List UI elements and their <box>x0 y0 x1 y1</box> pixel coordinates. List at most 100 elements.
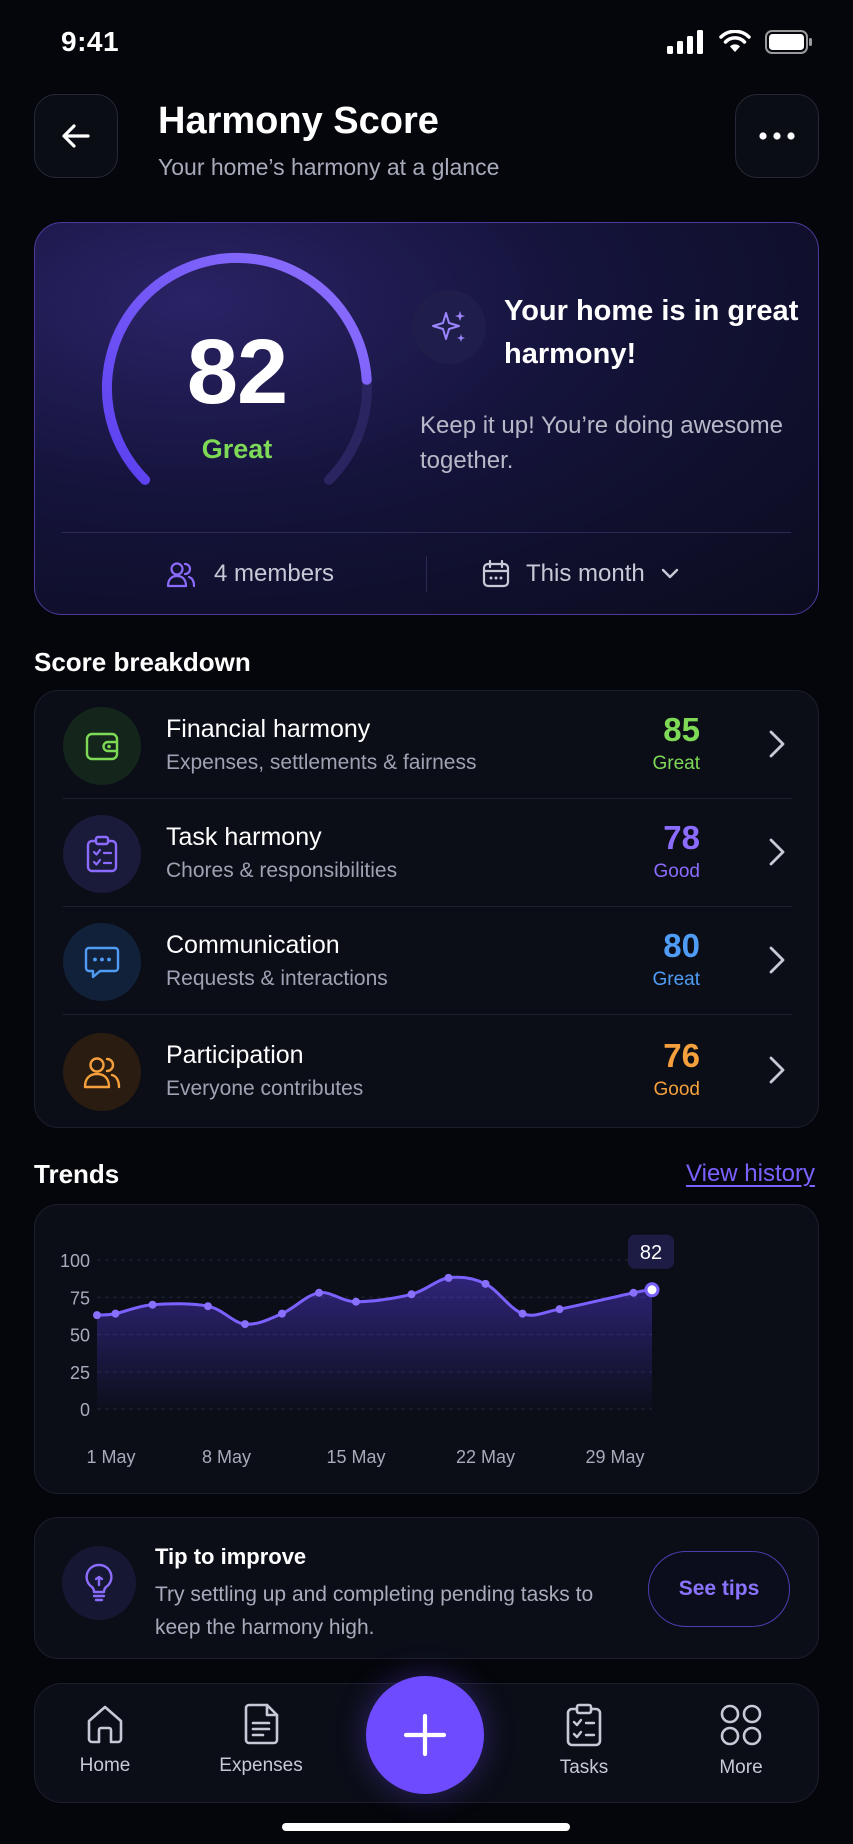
trend-point <box>629 1288 638 1297</box>
tasks-icon <box>566 1703 602 1747</box>
chevron-right-icon <box>769 838 785 866</box>
nav-item-expenses[interactable]: Expenses <box>201 1703 321 1777</box>
see-tips-button[interactable]: See tips <box>648 1551 790 1627</box>
breakdown-item-rating: Great <box>652 969 700 990</box>
nav-item-tasks[interactable]: Tasks <box>524 1703 644 1779</box>
breakdown-item-subtitle: Expenses, settlements & fairness <box>166 751 477 774</box>
y-tick-label: 0 <box>80 1400 90 1420</box>
trend-point <box>148 1300 157 1309</box>
status-time: 9:41 <box>61 26 120 57</box>
period-selector[interactable]: This month <box>482 560 679 588</box>
members-label: 4 members <box>214 560 335 587</box>
chevron-right-icon <box>769 946 785 974</box>
breakdown-item-communication[interactable]: Communication Requests & interactions 80… <box>35 907 820 1015</box>
breakdown-item-score: 80 <box>663 927 700 964</box>
x-tick-label: 29 May <box>585 1447 644 1467</box>
period-label: This month <box>526 560 645 587</box>
breakdown-item-rating: Good <box>653 861 700 882</box>
view-history-link[interactable]: View history <box>686 1160 815 1188</box>
sparkle-badge <box>412 290 486 364</box>
hero-divider <box>62 532 791 533</box>
trend-point <box>481 1279 490 1288</box>
harmony-score-label: Great <box>201 434 273 464</box>
nav-item-more[interactable]: More <box>681 1703 801 1779</box>
x-tick-label: 8 May <box>202 1447 251 1467</box>
hero-vertical-divider <box>426 556 427 592</box>
nav-item-label: Expenses <box>219 1755 303 1776</box>
breakdown-item-score: 85 <box>663 711 700 748</box>
trend-point <box>518 1309 527 1318</box>
wifi-icon <box>719 30 751 52</box>
people-icon <box>166 562 196 588</box>
members-count[interactable]: 4 members <box>166 560 334 588</box>
trend-point <box>204 1302 212 1311</box>
plus-icon <box>403 1713 447 1757</box>
tip-icon-badge <box>62 1546 136 1620</box>
breakdown-item-title: Participation <box>166 1041 304 1069</box>
breakdown-item-participation[interactable]: Participation Everyone contributes 76 Go… <box>35 1017 820 1125</box>
breakdown-item-rating: Great <box>652 753 700 774</box>
breakdown-item-subtitle: Requests & interactions <box>166 967 388 990</box>
document-icon <box>244 1703 279 1745</box>
people-icon <box>83 1057 121 1089</box>
breakdown-item-financial[interactable]: Financial harmony Expenses, settlements … <box>35 691 820 799</box>
chat-icon <box>84 946 120 979</box>
x-tick-label: 1 May <box>86 1447 135 1467</box>
tip-body: Try settling up and completing pending t… <box>155 1583 594 1639</box>
page-title: Harmony Score <box>158 100 439 142</box>
trend-point <box>352 1297 360 1306</box>
nav-item-home[interactable]: Home <box>45 1703 165 1777</box>
breakdown-item-score: 76 <box>663 1037 700 1074</box>
breakdown-item-score: 78 <box>663 819 700 856</box>
battery-icon <box>765 30 812 54</box>
trend-point <box>407 1290 416 1299</box>
chevron-down-icon <box>661 568 678 579</box>
breakdown-icon-badge <box>63 923 141 1001</box>
add-button[interactable] <box>366 1676 484 1794</box>
hero-headline: Your home is in great harmony! <box>504 295 799 370</box>
trend-point-current <box>644 1282 660 1298</box>
status-icons <box>667 30 813 54</box>
nav-item-label: Home <box>79 1755 131 1776</box>
trend-chart: 1007550250 1 May 8 May 15 May 22 May 29 May … <box>60 1234 674 1467</box>
trends-section-title: Trends <box>34 1159 120 1189</box>
breakdown-item-title: Task harmony <box>166 823 322 851</box>
breakdown-item-subtitle: Chores & responsibilities <box>166 859 398 882</box>
clipboard-icon <box>86 835 118 873</box>
trend-point <box>111 1309 120 1318</box>
trend-point <box>444 1273 453 1282</box>
home-icon <box>87 1705 123 1744</box>
grid-icon <box>720 1704 762 1746</box>
chevron-right-icon <box>769 730 785 758</box>
trend-point <box>555 1305 564 1314</box>
more-dots-icon <box>759 132 795 140</box>
trend-point <box>278 1309 286 1318</box>
y-tick-label: 100 <box>60 1251 90 1271</box>
nav-item-label: More <box>719 1757 763 1778</box>
breakdown-item-title: Financial harmony <box>166 715 371 743</box>
harmony-score-value: 82 <box>186 321 288 423</box>
page-subtitle: Your home’s harmony at a glance <box>158 154 500 180</box>
trend-point <box>93 1311 101 1320</box>
breakdown-item-task[interactable]: Task harmony Chores & responsibilities 7… <box>35 799 820 907</box>
lightbulb-icon <box>85 1563 113 1602</box>
breakdown-icon-badge <box>63 1033 141 1111</box>
breakdown-item-subtitle: Everyone contributes <box>166 1077 364 1100</box>
badge-value: 82 <box>640 1242 662 1264</box>
signal-icon <box>667 30 703 54</box>
x-tick-label: 22 May <box>456 1447 515 1467</box>
breakdown-item-rating: Good <box>653 1079 700 1100</box>
more-options-button[interactable] <box>735 94 819 178</box>
y-tick-label: 75 <box>70 1288 90 1308</box>
hero-message: Keep it up! You’re doing awesome togethe… <box>420 412 783 474</box>
nav-item-label: Tasks <box>559 1757 609 1778</box>
x-tick-label: 15 May <box>326 1447 385 1467</box>
trend-point <box>315 1288 323 1297</box>
current-value-badge: 82 <box>628 1234 674 1269</box>
breakdown-section-title: Score breakdown <box>34 647 251 677</box>
breakdown-item-title: Communication <box>166 931 340 959</box>
calendar-icon <box>482 560 510 588</box>
back-button[interactable] <box>34 94 118 178</box>
row-divider <box>63 1014 792 1015</box>
chart-y-axis: 100 75 50 25 0 <box>60 1251 90 1420</box>
